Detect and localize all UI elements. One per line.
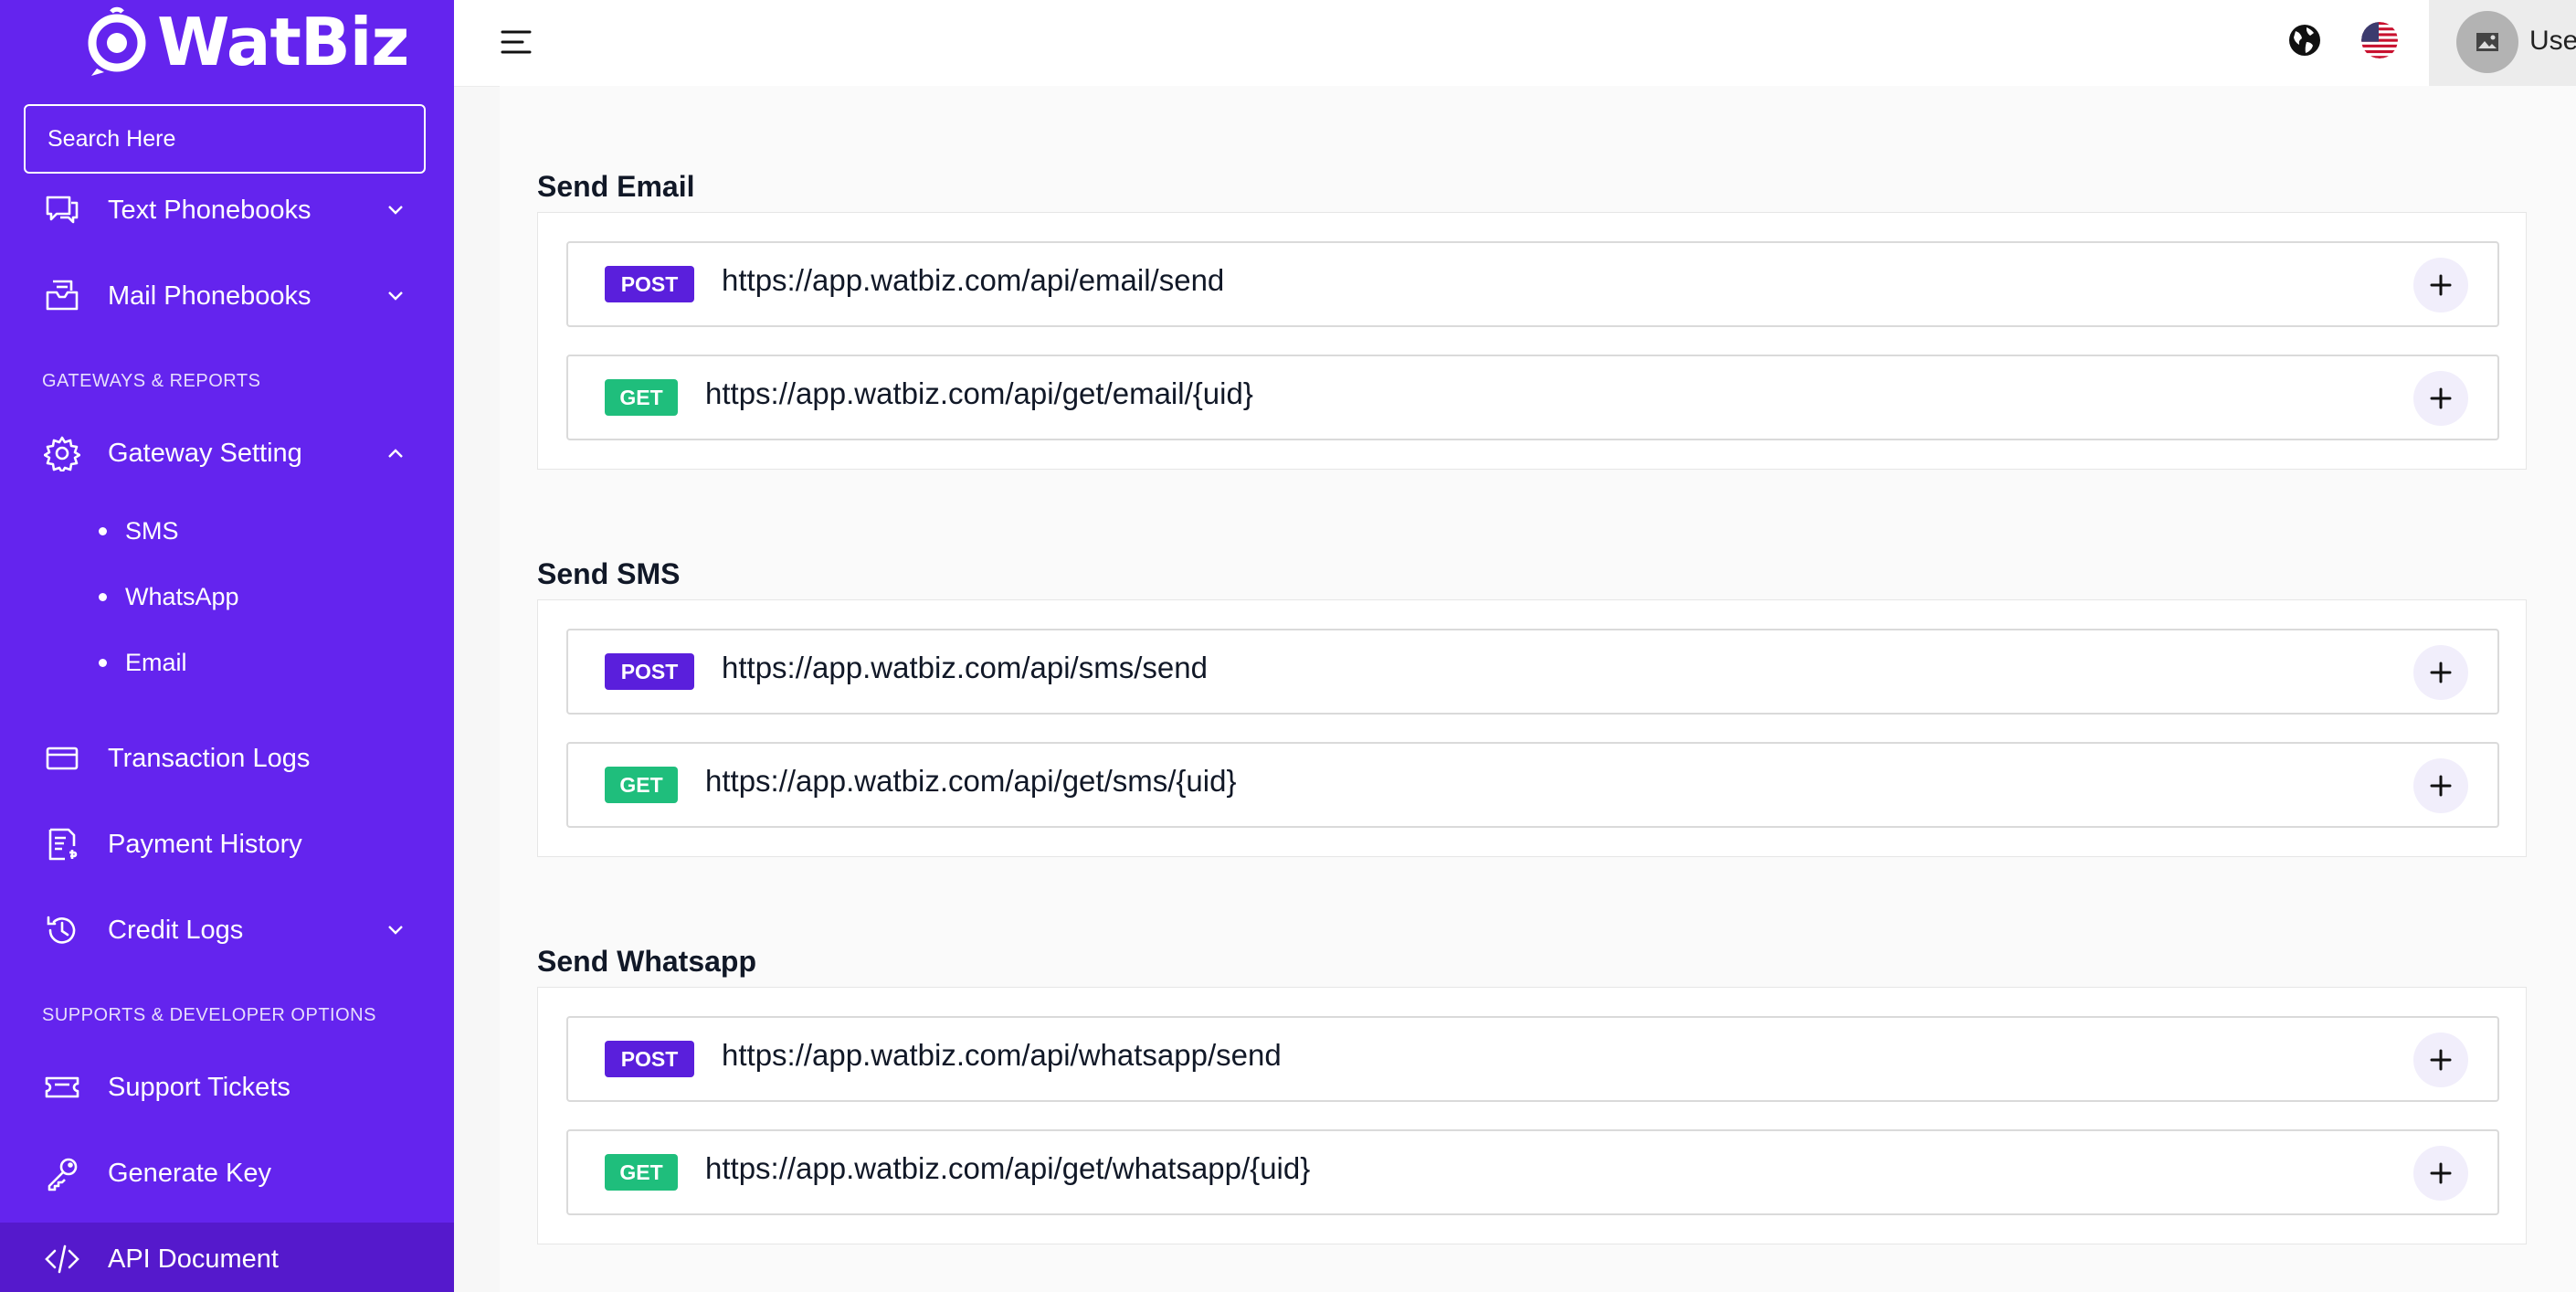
- user-name: Use: [2529, 26, 2576, 56]
- endpoint-url: https://app.watbiz.com/api/whatsapp/send: [722, 1038, 1282, 1072]
- sidebar-subitem-whatsapp[interactable]: WhatsApp: [99, 583, 239, 611]
- receipt-icon: [48, 828, 78, 861]
- sidebar-item-mail-phonebooks[interactable]: Mail Phonebooks: [0, 259, 454, 333]
- sidebar-item-payment-history[interactable]: Payment History: [0, 808, 454, 881]
- sidebar-item-label: Credit Logs: [108, 915, 244, 945]
- search-input[interactable]: [24, 104, 426, 174]
- bullet: [99, 527, 107, 535]
- sidebar-item-label: Text Phonebooks: [108, 195, 311, 225]
- sidebar-item-support-tickets[interactable]: Support Tickets: [0, 1051, 454, 1124]
- endpoint-row[interactable]: POST https://app.watbiz.com/api/whatsapp…: [566, 1016, 2499, 1102]
- sidebar-item-label: Transaction Logs: [108, 743, 311, 773]
- endpoint-url: https://app.watbiz.com/api/email/send: [722, 263, 1225, 297]
- section-label-gateways: GATEWAYS & REPORTS: [42, 371, 261, 391]
- us-flag-icon[interactable]: [2361, 22, 2398, 58]
- method-badge-get: GET: [605, 379, 678, 416]
- sidebar-item-text-phonebooks[interactable]: Text Phonebooks: [0, 174, 454, 247]
- endpoint-row[interactable]: POST https://app.watbiz.com/api/sms/send: [566, 629, 2499, 715]
- sidebar-item-api-document[interactable]: API Document: [0, 1223, 454, 1292]
- endpoint-row[interactable]: GET https://app.watbiz.com/api/get/sms/{…: [566, 742, 2499, 828]
- brand-logo[interactable]: WatBiz: [84, 0, 409, 84]
- expand-button[interactable]: [2413, 645, 2468, 700]
- endpoint-url: https://app.watbiz.com/api/sms/send: [722, 651, 1208, 684]
- sidebar-item-generate-key[interactable]: Generate Key: [0, 1137, 454, 1210]
- history-icon: [47, 916, 76, 944]
- code-icon: [45, 1244, 79, 1274]
- sidebar-subitem-label: SMS: [125, 517, 179, 545]
- section-label-support: SUPPORTS & DEVELOPER OPTIONS: [42, 1005, 376, 1025]
- method-badge-get: GET: [605, 1154, 678, 1191]
- card-icon: [46, 747, 79, 770]
- sidebar-item-label: API Document: [108, 1244, 279, 1274]
- expand-button[interactable]: [2413, 1146, 2468, 1201]
- endpoint-row[interactable]: GET https://app.watbiz.com/api/get/email…: [566, 355, 2499, 440]
- sidebar-item-label: Payment History: [108, 829, 302, 859]
- bullet: [99, 593, 107, 601]
- key-icon: [48, 1158, 78, 1191]
- plus-icon: [2430, 662, 2452, 683]
- section-title-whatsapp: Send Whatsapp: [537, 945, 757, 978]
- endpoint-row[interactable]: GET https://app.watbiz.com/api/get/whats…: [566, 1129, 2499, 1215]
- endpoint-url: https://app.watbiz.com/api/get/sms/{uid}: [705, 764, 1237, 798]
- expand-button[interactable]: [2413, 258, 2468, 312]
- top-header: Use: [454, 0, 2576, 87]
- sidebar-item-label: Mail Phonebooks: [108, 281, 311, 311]
- inbox-icon: [46, 280, 79, 311]
- plus-icon: [2430, 274, 2452, 296]
- plus-icon: [2430, 775, 2452, 797]
- expand-button[interactable]: [2413, 758, 2468, 813]
- plus-icon: [2430, 387, 2452, 409]
- sidebar-item-label: Support Tickets: [108, 1072, 290, 1102]
- method-badge-post: POST: [605, 1041, 694, 1077]
- chevron-down-icon: [388, 291, 403, 301]
- chevron-up-icon: [388, 449, 403, 458]
- endpoint-row[interactable]: POST https://app.watbiz.com/api/email/se…: [566, 241, 2499, 327]
- sidebar-subitem-label: Email: [125, 649, 187, 676]
- chevron-down-icon: [388, 926, 403, 935]
- sidebar-subitem-label: WhatsApp: [125, 583, 239, 610]
- chat-icon: [46, 196, 79, 224]
- section-title-sms: Send SMS: [537, 557, 681, 590]
- sidebar-item-credit-logs[interactable]: Credit Logs: [0, 894, 454, 967]
- sidebar: WatBiz Text Phonebooks Mail Phonebooks G…: [0, 0, 454, 1292]
- plus-icon: [2430, 1049, 2452, 1071]
- bullet: [99, 659, 107, 667]
- user-menu[interactable]: Use: [2429, 0, 2576, 86]
- expand-button[interactable]: [2413, 1033, 2468, 1087]
- endpoint-url: https://app.watbiz.com/api/get/whatsapp/…: [705, 1151, 1311, 1185]
- method-badge-post: POST: [605, 266, 694, 302]
- sidebar-item-gateway-setting[interactable]: Gateway Setting: [0, 417, 454, 490]
- menu-toggle-icon[interactable]: [500, 27, 533, 57]
- avatar: [2456, 11, 2518, 73]
- plus-icon: [2430, 1162, 2452, 1184]
- globe-icon[interactable]: [2286, 22, 2323, 58]
- gear-icon: [44, 436, 80, 471]
- method-badge-post: POST: [605, 653, 694, 690]
- method-badge-get: GET: [605, 767, 678, 803]
- ticket-icon: [45, 1076, 79, 1098]
- brand-name: WatBiz: [157, 4, 409, 80]
- sidebar-item-transaction-logs[interactable]: Transaction Logs: [0, 722, 454, 795]
- chevron-down-icon: [388, 206, 403, 215]
- logo-icon: [88, 6, 146, 76]
- expand-button[interactable]: [2413, 371, 2468, 426]
- sidebar-subitem-email[interactable]: Email: [99, 649, 187, 677]
- sidebar-subitem-sms[interactable]: SMS: [99, 517, 179, 545]
- sidebar-item-label: Generate Key: [108, 1158, 271, 1188]
- endpoint-url: https://app.watbiz.com/api/get/email/{ui…: [705, 376, 1253, 410]
- section-title-email: Send Email: [537, 170, 695, 203]
- sidebar-item-label: Gateway Setting: [108, 438, 302, 468]
- image-placeholder-icon: [2476, 33, 2498, 51]
